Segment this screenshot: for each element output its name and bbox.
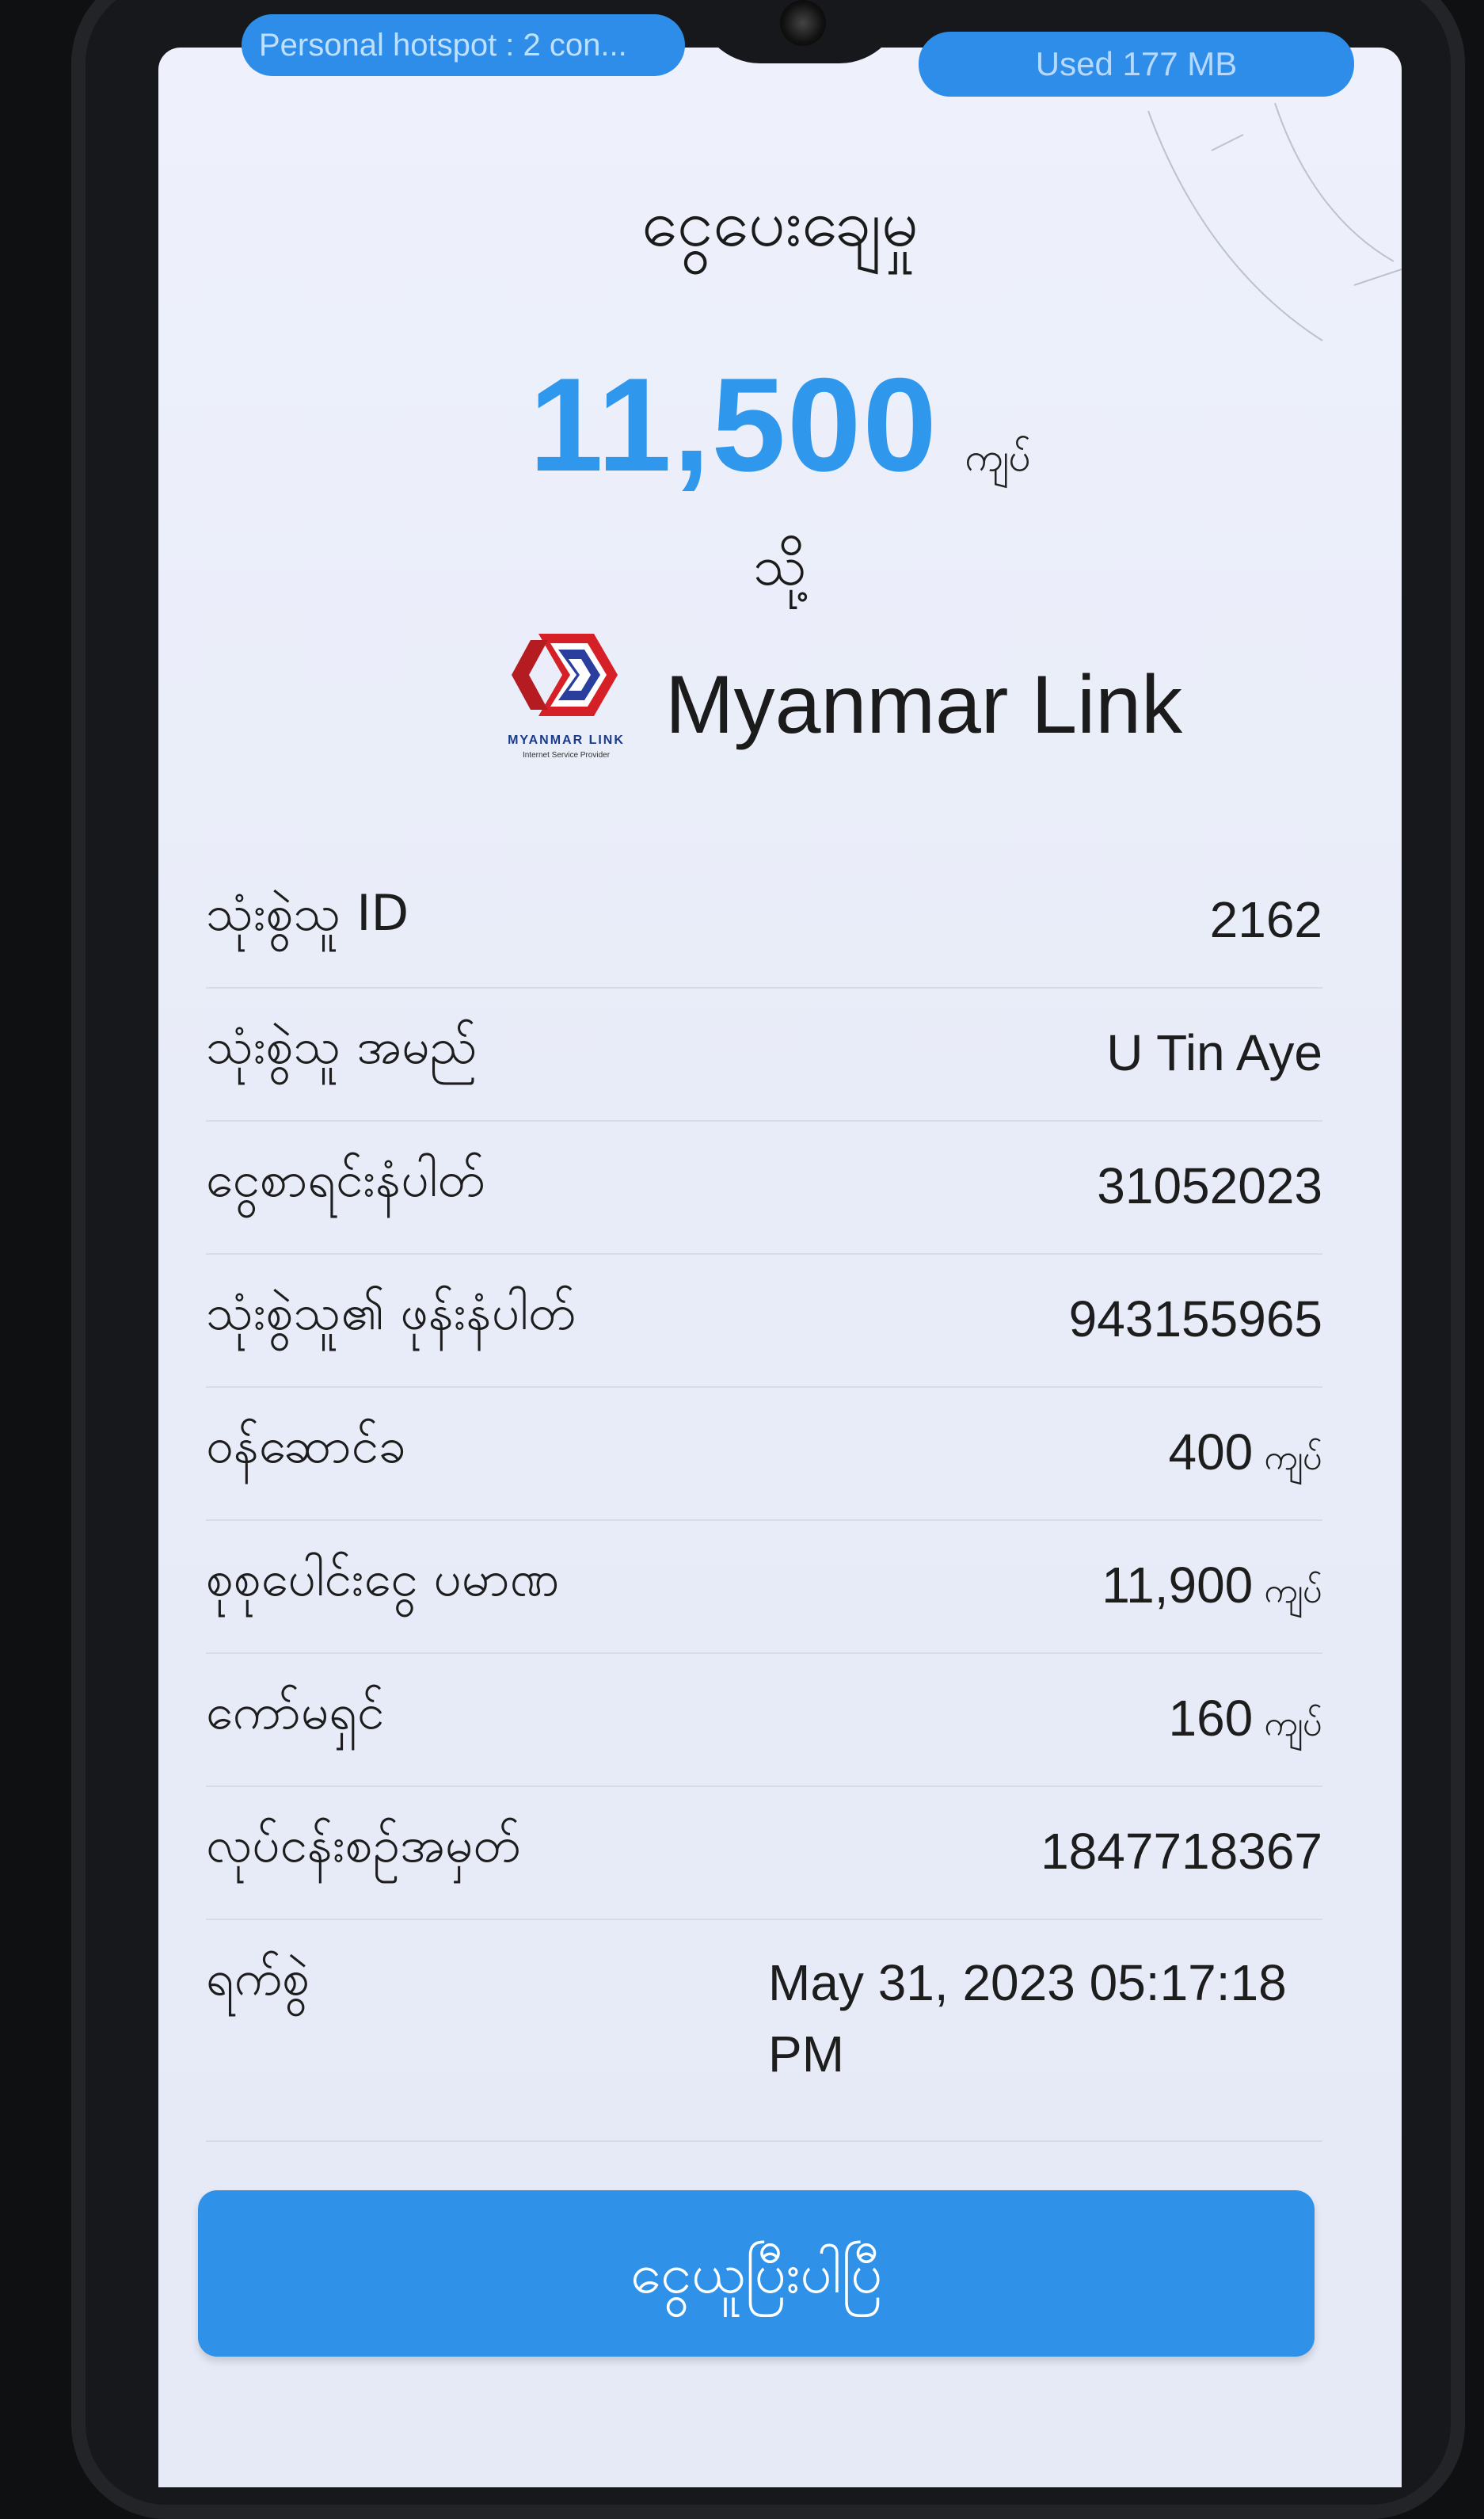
front-camera [780, 0, 826, 46]
detail-row-service-fee: ဝန်ဆောင်ခ 400 ကျပ် [206, 1388, 1322, 1521]
payment-amount: 11,500 [529, 350, 938, 499]
payment-details: သုံးစွဲသူ ID 2162 သုံးစွဲသူ အမည် U Tin A… [206, 856, 1322, 2142]
detail-label: စုစုပေါင်းငွေ ပမာဏ [206, 1549, 560, 1607]
detail-label: ရက်စွဲ [206, 1949, 310, 2006]
data-usage-pill[interactable]: Used 177 MB [919, 32, 1354, 97]
detail-row-phone-number: သုံးစွဲသူ၏ ဖုန်းနံပါတ် 943155965 [206, 1255, 1322, 1388]
value-text: 31052023 [1097, 1157, 1322, 1214]
value-text: 943155965 [1068, 1290, 1322, 1347]
value-unit: ကျပ် [1264, 1704, 1322, 1744]
amount-unit: ကျပ် [964, 434, 1031, 480]
detail-value: 400 ကျပ် [1168, 1423, 1322, 1487]
confirm-cash-received-button[interactable]: ငွေယူပြီးပါပြီ [198, 2190, 1315, 2357]
detail-label: ငွေစာရင်းနံပါတ် [206, 1150, 485, 1208]
detail-row-user-name: သုံးစွဲသူ အမည် U Tin Aye [206, 989, 1322, 1122]
detail-row-commission: ကော်မရှင် 160 ကျပ် [206, 1654, 1322, 1787]
to-label: သို့ [753, 533, 807, 598]
logo-caption: MYANMAR LINK [508, 734, 625, 747]
detail-row-total-amount: စုစုပေါင်းငွေ ပမာဏ 11,900 ကျပ် [206, 1521, 1322, 1654]
detail-value: 943155965 [1069, 1290, 1322, 1348]
value-unit: ကျပ် [1264, 1571, 1322, 1611]
detail-label: ဝန်ဆောင်ခ [206, 1416, 406, 1474]
detail-value: 31052023 [1097, 1157, 1322, 1215]
detail-value: 11,900 ကျပ် [1102, 1556, 1322, 1620]
app-screen: ငွေပေးချေမှု 11,500 ကျပ် သို့ MYANMAR LI… [158, 48, 1402, 2487]
page-title: ငွေပေးချေမှု [641, 186, 919, 261]
biller-info: MYANMAR LINK Internet Service Provider M… [483, 626, 1182, 784]
myanmar-link-logo: MYANMAR LINK Internet Service Provider [483, 626, 649, 784]
detail-value: 1847718367 [1041, 1822, 1322, 1881]
detail-value: U Tin Aye [1106, 1023, 1322, 1082]
value-text: 2162 [1209, 891, 1322, 948]
detail-label: ကော်မရှင် [206, 1683, 385, 1740]
value-text: U Tin Aye [1106, 1024, 1322, 1081]
detail-row-user-id: သုံးစွဲသူ ID 2162 [206, 856, 1322, 989]
value-text: May 31, 2023 05:17:18 PM [768, 1954, 1287, 2083]
detail-row-transaction-id: လုပ်ငန်းစဉ်အမှတ် 1847718367 [206, 1787, 1322, 1920]
detail-row-date: ရက်စွဲ May 31, 2023 05:17:18 PM [206, 1920, 1322, 2142]
value-text: 400 [1168, 1423, 1254, 1481]
detail-label: လုပ်ငန်းစဉ်အမှတ် [206, 1816, 521, 1873]
detail-label: သုံးစွဲသူ၏ ဖုန်းနံပါတ် [206, 1283, 576, 1341]
detail-label: သုံးစွဲသူ အမည် [206, 1017, 478, 1075]
logo-subcaption: Internet Service Provider [522, 751, 611, 760]
biller-name: Myanmar Link [665, 658, 1183, 751]
value-text: 11,900 [1102, 1557, 1254, 1614]
value-text: 160 [1168, 1690, 1254, 1747]
amount-display: 11,500 ကျပ် [158, 349, 1402, 501]
value-text: 1847718367 [1041, 1823, 1322, 1880]
detail-value: 2162 [1210, 890, 1322, 949]
detail-value: May 31, 2023 05:17:18 PM [768, 1947, 1322, 2090]
value-unit: ကျပ် [1264, 1438, 1322, 1478]
logo-mark-icon [512, 634, 618, 716]
hotspot-status-pill[interactable]: Personal hotspot : 2 con... [242, 14, 685, 76]
detail-label: သုံးစွဲသူ ID [206, 884, 409, 942]
detail-value: 160 ကျပ် [1168, 1689, 1322, 1753]
detail-row-account-number: ငွေစာရင်းနံပါတ် 31052023 [206, 1122, 1322, 1255]
